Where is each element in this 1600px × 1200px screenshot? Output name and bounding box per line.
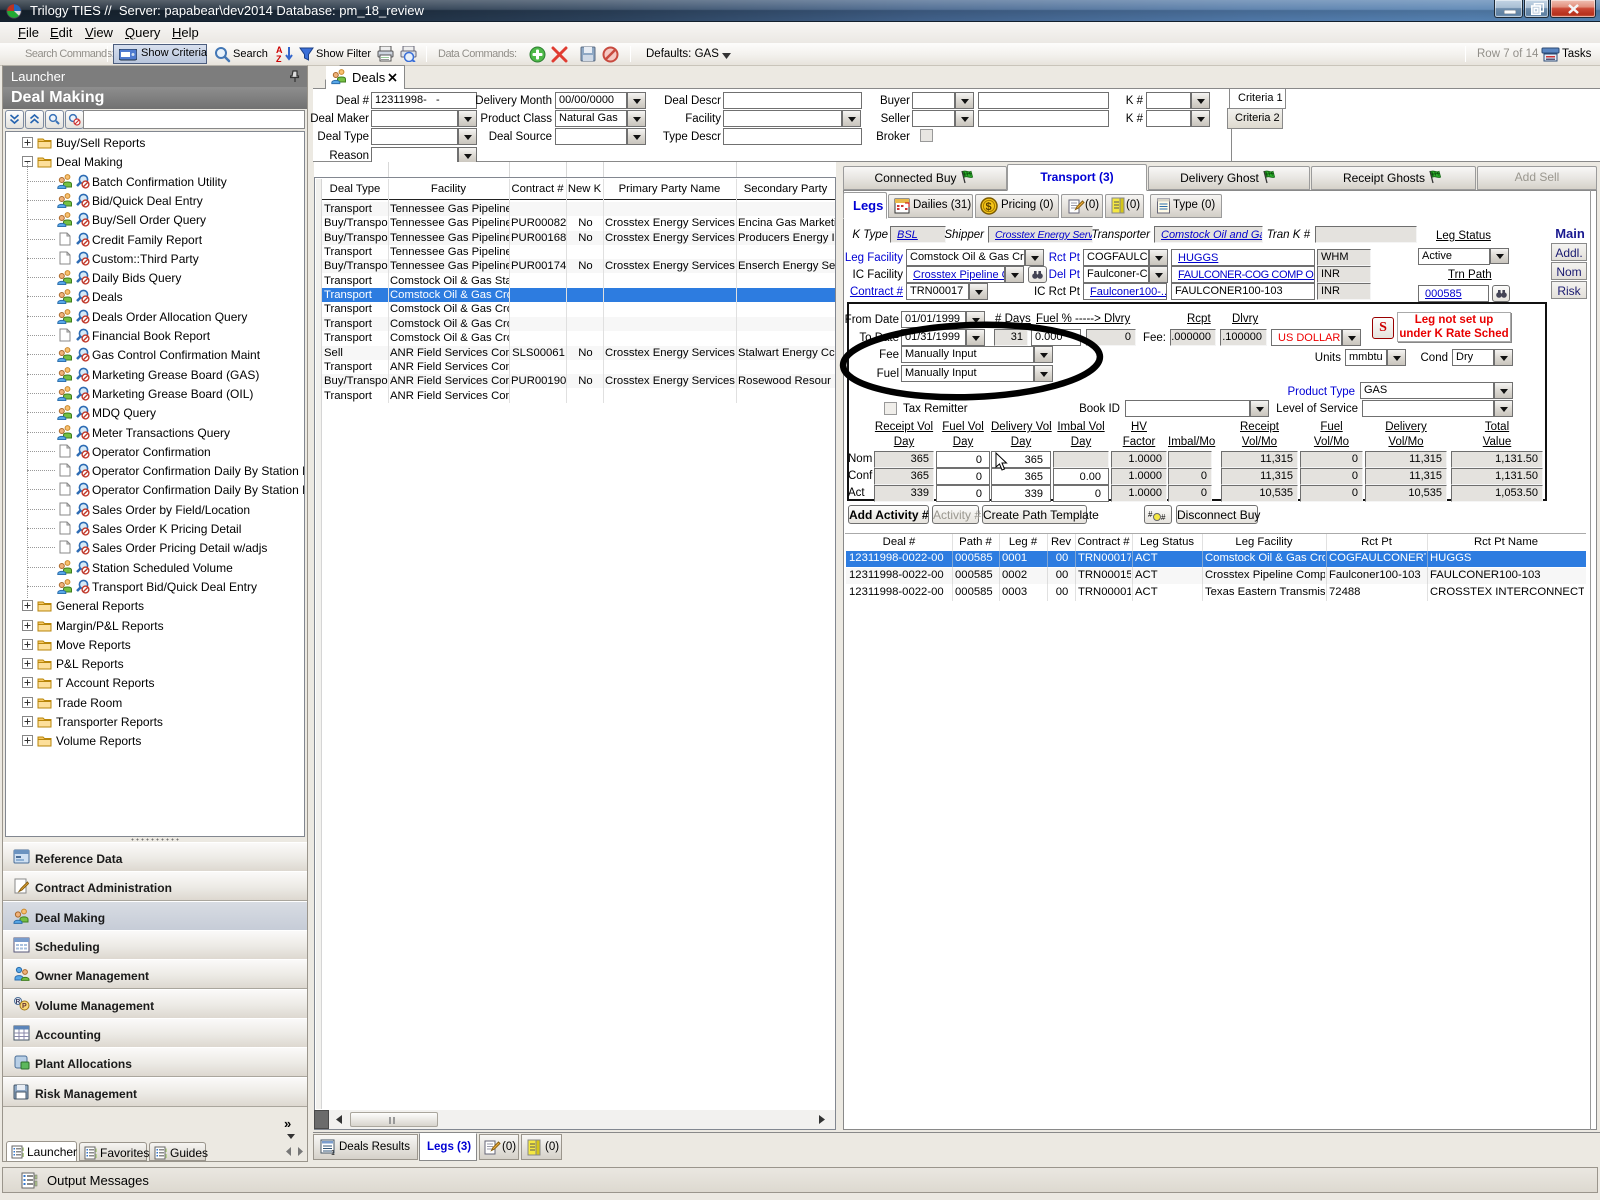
svg-text:Z: Z (276, 54, 282, 63)
svg-text:P: P (22, 1003, 27, 1010)
svg-text:#: # (1148, 510, 1153, 519)
svg-text:1: 1 (331, 1150, 335, 1155)
svg-text:#: # (1161, 513, 1166, 522)
svg-text:$: $ (986, 201, 992, 213)
